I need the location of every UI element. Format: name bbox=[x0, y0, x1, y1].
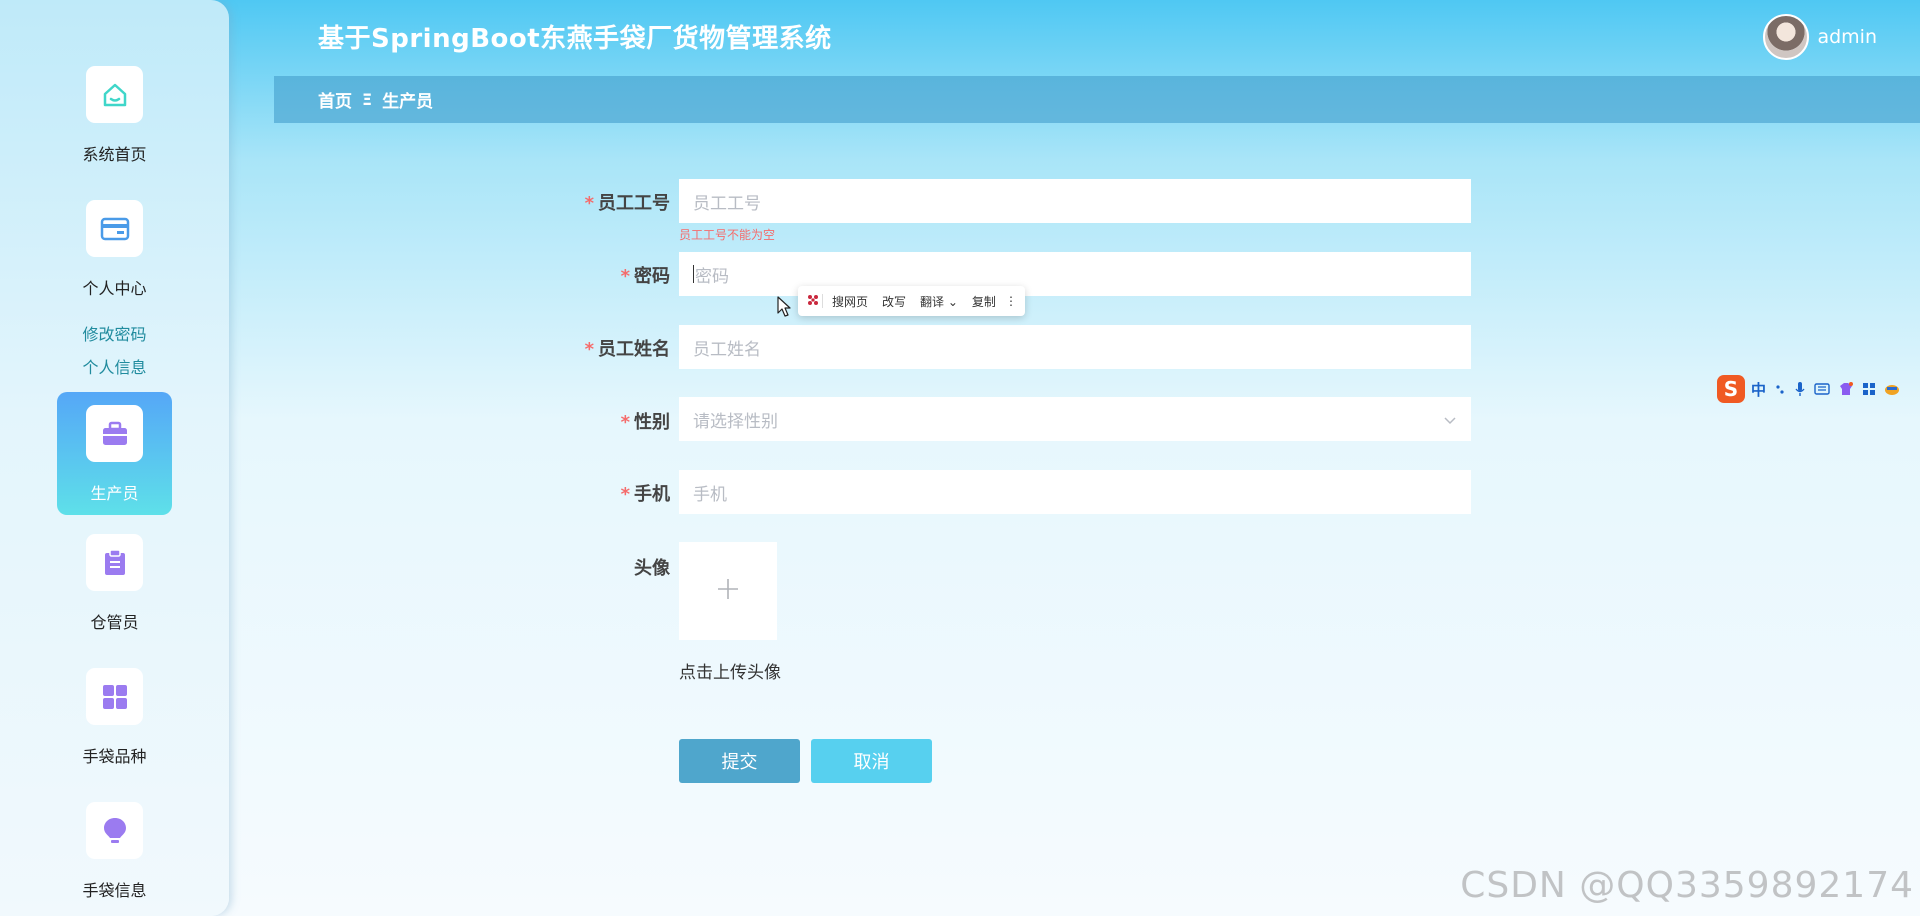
briefcase-icon bbox=[86, 405, 143, 462]
submit-button[interactable]: 提交 bbox=[679, 739, 800, 783]
breadcrumb-home[interactable]: 首页 bbox=[318, 87, 352, 112]
sidebar-item-label: 手袋信息 bbox=[82, 881, 147, 900]
phone-label: * 手机 bbox=[620, 484, 670, 505]
password-label: * 密码 bbox=[620, 266, 670, 287]
employee-name-label: * 员工姓名 bbox=[584, 339, 670, 360]
avatar-upload-hint: 点击上传头像 bbox=[679, 663, 781, 683]
keyboard-icon[interactable] bbox=[1814, 383, 1830, 395]
selection-toolbar: 搜网页 改写 翻译 ⌄ 复制 ⋮ bbox=[798, 286, 1025, 316]
app-title: 基于SpringBoot东燕手袋厂货物管理系统 bbox=[318, 24, 832, 54]
watermark: CSDN @QQ3359892174 bbox=[1460, 865, 1914, 906]
cancel-button[interactable]: 取消 bbox=[811, 739, 932, 783]
sidebar-item-label: 系统首页 bbox=[82, 145, 147, 164]
more-icon[interactable]: ⋮ bbox=[1005, 294, 1017, 308]
sidebar-item-label: 仓管员 bbox=[90, 613, 139, 632]
ime-mode-toggle[interactable]: 中 bbox=[1751, 379, 1766, 400]
avatar-label: 头像 bbox=[634, 558, 670, 579]
username: admin bbox=[1817, 26, 1877, 48]
ime-logo-icon[interactable]: S bbox=[1717, 375, 1745, 403]
user-menu[interactable]: admin bbox=[1763, 14, 1877, 60]
employee-no-label: * 员工工号 bbox=[584, 193, 670, 214]
employee-name-input[interactable]: 员工姓名 bbox=[679, 325, 1471, 369]
search-web-button[interactable]: 搜网页 bbox=[832, 293, 868, 310]
skin-icon[interactable] bbox=[1838, 382, 1854, 396]
phone-input[interactable]: 手机 bbox=[679, 470, 1471, 514]
sidebar-item-label: 生产员 bbox=[90, 484, 139, 503]
sidebar-subitem-personal-info[interactable]: 个人信息 bbox=[57, 354, 172, 378]
gender-placeholder: 请选择性别 bbox=[693, 411, 778, 432]
sidebar-item-bag-category[interactable]: 手袋品种 bbox=[57, 668, 172, 767]
card-icon bbox=[86, 200, 143, 257]
toolbox-grid-icon[interactable] bbox=[1862, 382, 1876, 396]
breadcrumb-current: 生产员 bbox=[382, 92, 434, 112]
avatar[interactable] bbox=[1763, 14, 1810, 60]
sidebar-item-home[interactable]: 系统首页 bbox=[57, 66, 172, 165]
sidebar-item-producer[interactable]: 生产员 bbox=[57, 392, 172, 515]
employee-name-placeholder: 员工姓名 bbox=[693, 339, 761, 360]
gender-label: * 性别 bbox=[620, 412, 670, 433]
sidebar-item-bag-info[interactable]: 手袋信息 bbox=[57, 802, 172, 901]
mouse-cursor-icon bbox=[777, 296, 791, 322]
chevron-down-icon: ⌄ bbox=[944, 294, 958, 309]
punctuation-icon[interactable] bbox=[1774, 382, 1786, 396]
breadcrumb-separator: Ξ bbox=[362, 90, 373, 109]
sidebar-item-warehouse-keeper[interactable]: 仓管员 bbox=[57, 534, 172, 633]
text-caret bbox=[693, 265, 694, 283]
copy-button[interactable]: 复制 bbox=[972, 293, 996, 310]
breadcrumb: 首页 Ξ 生产员 bbox=[274, 76, 1920, 123]
home-icon bbox=[86, 66, 143, 123]
gender-select[interactable]: 请选择性别 bbox=[679, 397, 1471, 441]
bulb-icon bbox=[86, 802, 143, 859]
translate-button[interactable]: 翻译 ⌄ bbox=[920, 293, 958, 310]
rewrite-button[interactable]: 改写 bbox=[882, 293, 906, 310]
employee-no-input[interactable]: 员工工号 bbox=[679, 179, 1471, 223]
employee-no-error: 员工工号不能为空 bbox=[679, 228, 776, 242]
sidebar-subitem-change-password[interactable]: 修改密码 bbox=[57, 321, 172, 345]
toolbar-divider bbox=[822, 294, 823, 308]
sidebar-item-label: 个人中心 bbox=[82, 279, 147, 298]
clipboard-icon bbox=[86, 534, 143, 591]
chevron-down-icon bbox=[1443, 412, 1457, 432]
employee-no-placeholder: 员工工号 bbox=[693, 193, 761, 214]
mascot-icon[interactable] bbox=[1884, 382, 1900, 396]
grid-icon bbox=[86, 668, 143, 725]
search-engine-logo-icon[interactable] bbox=[806, 293, 820, 310]
sidebar-item-label: 手袋品种 bbox=[82, 747, 147, 766]
ime-toolbar: S 中 bbox=[1717, 374, 1920, 404]
microphone-icon[interactable] bbox=[1794, 381, 1806, 397]
sidebar: 系统首页 个人中心 修改密码 个人信息 生产员 仓管员 手袋品种 手袋信息 bbox=[0, 0, 229, 916]
phone-placeholder: 手机 bbox=[693, 484, 727, 505]
password-placeholder: 密码 bbox=[695, 266, 729, 287]
plus-icon bbox=[716, 577, 740, 605]
avatar-upload[interactable] bbox=[679, 542, 777, 640]
sidebar-item-profile[interactable]: 个人中心 bbox=[57, 200, 172, 299]
